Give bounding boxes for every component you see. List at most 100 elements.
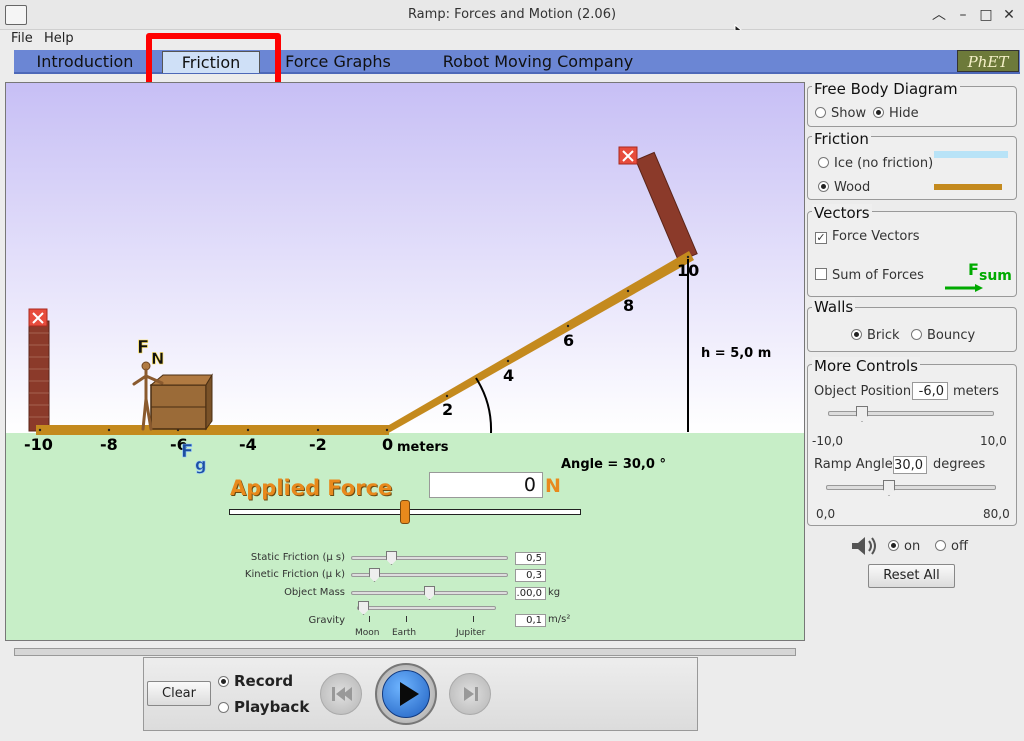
friction-title: Friction <box>812 130 871 148</box>
ramp-tick-label: 4 <box>503 366 514 385</box>
sound-off-radio[interactable]: off <box>935 539 968 554</box>
svg-text:N: N <box>151 349 164 368</box>
object-position-max: 10,0 <box>980 434 1007 448</box>
applied-force-unit: N <box>545 475 561 497</box>
reset-all-button[interactable]: Reset All <box>868 564 955 588</box>
brick-radio[interactable]: Brick <box>851 328 900 343</box>
floor-ramp <box>36 425 389 435</box>
speaker-icon <box>852 537 876 555</box>
radio-selected-icon[interactable] <box>818 181 829 192</box>
radio-icon[interactable] <box>818 157 829 168</box>
gravity-mark-moon: Moon <box>355 628 380 638</box>
static-friction-label: Static Friction (μ s) <box>250 552 345 563</box>
inclined-ramp[interactable] <box>385 251 694 435</box>
svg-text:g: g <box>195 455 206 474</box>
tab-force-graphs[interactable]: Force Graphs <box>272 51 404 73</box>
kinetic-friction-value[interactable]: 0,3 <box>515 569 546 582</box>
object-position-unit: meters <box>953 384 999 399</box>
ice-swatch <box>934 151 1008 158</box>
sound-on-radio[interactable]: on <box>888 539 920 554</box>
bouncy-radio[interactable]: Bouncy <box>911 328 975 343</box>
fsum-label: F <box>968 260 979 279</box>
play-icon <box>400 682 419 706</box>
radio-selected-icon[interactable] <box>888 540 899 551</box>
minimize-icon[interactable]: – <box>955 6 971 24</box>
radio-selected-icon[interactable] <box>218 676 229 687</box>
rewind-button[interactable] <box>320 673 362 715</box>
close-icon[interactable]: ✕ <box>1001 6 1017 24</box>
fbd-show-radio[interactable]: Show <box>815 106 866 121</box>
radio-icon[interactable] <box>218 702 229 713</box>
object-position-slider[interactable] <box>828 411 994 416</box>
object-position-label: Object Position <box>814 384 912 399</box>
object-mass-unit: kg <box>548 587 561 598</box>
clear-button[interactable]: Clear <box>147 681 211 706</box>
gravity-mark-jupiter: Jupiter <box>456 628 486 638</box>
free-body-diagram-title: Free Body Diagram <box>812 80 960 98</box>
applied-force-input[interactable]: 0 <box>429 472 543 498</box>
vectors-title: Vectors <box>812 204 872 222</box>
menu-help[interactable]: Help <box>44 31 74 46</box>
force-vectors-checkbox[interactable]: ✓ Force Vectors <box>815 229 920 244</box>
tab-robot-moving-company[interactable]: Robot Moving Company <box>420 51 656 73</box>
checkbox-checked-icon[interactable]: ✓ <box>815 232 827 244</box>
radio-selected-icon[interactable] <box>873 107 884 118</box>
playback-radio[interactable]: Playback <box>218 698 309 716</box>
tick-label: -4 <box>239 435 257 454</box>
kinetic-friction-label: Kinetic Friction (μ k) <box>244 569 345 580</box>
angle-label: Angle = 30,0 ° <box>561 457 666 472</box>
time-scrollbar[interactable] <box>14 648 796 656</box>
radio-icon[interactable] <box>815 107 826 118</box>
static-friction-value[interactable]: 0,5 <box>515 552 546 565</box>
object-position-input[interactable]: -6,0 <box>912 382 948 400</box>
ramp-angle-unit: degrees <box>933 457 986 472</box>
ramp-tick-label: 2 <box>442 400 453 419</box>
walls-title: Walls <box>812 298 856 316</box>
applied-force-label: Applied Force <box>230 476 393 500</box>
record-radio[interactable]: Record <box>218 672 293 690</box>
more-controls-title: More Controls <box>812 357 920 375</box>
ice-radio[interactable]: Ice (no friction) <box>818 156 933 171</box>
wood-radio[interactable]: Wood <box>818 180 870 195</box>
radio-icon[interactable] <box>935 540 946 551</box>
play-button[interactable] <box>375 663 437 725</box>
right-brick-wall <box>635 151 698 263</box>
tick-label: 0 <box>382 435 393 454</box>
fbd-hide-radio[interactable]: Hide <box>873 106 919 121</box>
phet-logo[interactable]: PhET <box>957 50 1019 72</box>
ramp-angle-max: 80,0 <box>983 507 1010 521</box>
object-mass-value[interactable]: .00,0 <box>515 587 546 600</box>
gravity-label: Gravity <box>308 615 345 626</box>
static-friction-slider[interactable] <box>351 556 508 560</box>
units-label: meters <box>397 440 449 455</box>
tick-label: -10 <box>24 435 53 454</box>
ramp-tick-label: 10 <box>677 261 699 280</box>
tick-label: -8 <box>100 435 118 454</box>
ramp-angle-min: 0,0 <box>816 507 836 521</box>
normal-force-label: F <box>137 337 149 358</box>
gravity-mark-earth: Earth <box>392 628 417 638</box>
ramp-angle-slider[interactable] <box>826 485 996 490</box>
rewind-icon <box>332 687 352 701</box>
gravity-value[interactable]: 0,1 <box>515 614 546 627</box>
chevron-up-icon[interactable]: ︿ <box>931 6 947 24</box>
radio-icon[interactable] <box>911 329 922 340</box>
ramp-tick-label: 6 <box>563 331 574 350</box>
ramp-angle-input[interactable]: 30,0 <box>893 456 927 474</box>
checkbox-icon[interactable] <box>815 268 827 280</box>
simulation-area[interactable]: -10 -8 -6 -4 -2 0 2 4 6 8 10 meters h = … <box>5 82 805 641</box>
radio-selected-icon[interactable] <box>851 329 862 340</box>
step-icon <box>464 687 478 701</box>
maximize-icon[interactable]: □ <box>978 6 994 24</box>
ramp-angle-label: Ramp Angle <box>814 457 893 472</box>
gravity-slider[interactable] <box>357 606 496 610</box>
gravity-unit: m/s² <box>548 614 571 625</box>
applied-force-slider-thumb[interactable] <box>400 500 410 524</box>
sum-of-forces-checkbox[interactable]: Sum of Forces <box>815 268 924 283</box>
menu-file[interactable]: File <box>11 31 33 46</box>
tab-introduction[interactable]: Introduction <box>22 51 148 73</box>
step-button[interactable] <box>449 673 491 715</box>
object-position-min: -10,0 <box>812 434 844 448</box>
ramp-tick-label: 8 <box>623 296 634 315</box>
gravity-force-label: F <box>181 441 193 462</box>
